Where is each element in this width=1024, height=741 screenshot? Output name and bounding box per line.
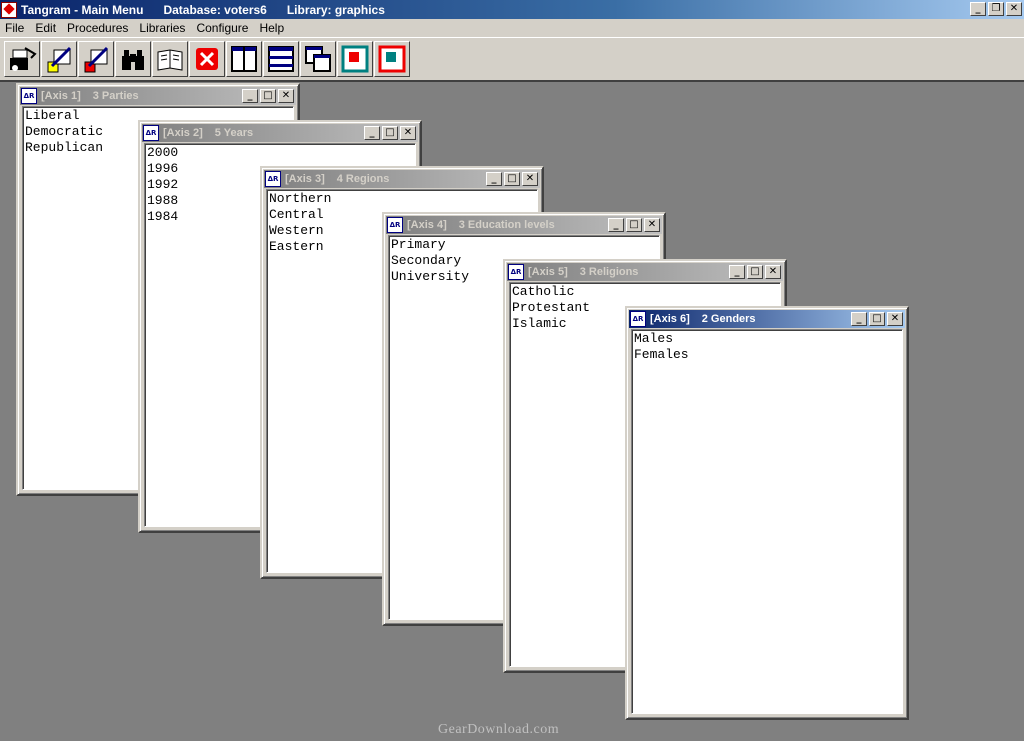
app-title-bar[interactable]: Tangram - Main Menu Database: voters6 Li… xyxy=(0,0,1024,19)
restore-button[interactable]: ❐ xyxy=(988,2,1004,16)
axis-description: 4 Regions xyxy=(336,173,390,185)
axis-description: 5 Years xyxy=(214,127,254,139)
close-button[interactable]: ✕ xyxy=(400,126,416,140)
menu-bar: File Edit Procedures Libraries Configure… xyxy=(0,19,1024,38)
minimize-button[interactable]: _ xyxy=(970,2,986,16)
tile-vertical-button[interactable] xyxy=(226,41,262,77)
layout-cascade-icon xyxy=(305,46,331,72)
app-title: Tangram - Main Menu xyxy=(21,2,144,17)
close-red-icon xyxy=(196,48,218,70)
list-item[interactable]: Catholic xyxy=(512,284,778,300)
axis-description: 3 Religions xyxy=(579,266,639,278)
axis-app-icon: ΔR xyxy=(143,125,159,141)
tile-horizontal-button[interactable] xyxy=(263,41,299,77)
axis-name: [Axis 1] xyxy=(41,90,81,102)
toolbar xyxy=(0,38,1024,82)
minimize-button[interactable]: _ xyxy=(242,89,258,103)
book-icon xyxy=(157,49,183,71)
library-button[interactable] xyxy=(152,41,188,77)
edit-yellow-icon xyxy=(47,46,72,73)
close-button[interactable]: ✕ xyxy=(644,218,660,232)
axis-item-list[interactable]: Males Females xyxy=(631,329,903,714)
menu-libraries[interactable]: Libraries xyxy=(134,21,191,35)
red-mode-button[interactable] xyxy=(337,41,373,77)
menu-configure[interactable]: Configure xyxy=(191,21,254,35)
close-button[interactable]: ✕ xyxy=(522,172,538,186)
edit-red-button[interactable] xyxy=(78,41,114,77)
layout-columns-icon xyxy=(231,46,257,72)
axis-window-title[interactable]: ΔR [Axis 6] 2 Genders _ □ ✕ xyxy=(629,310,905,328)
maximize-button[interactable]: □ xyxy=(382,126,398,140)
list-item[interactable]: 2000 xyxy=(147,145,413,161)
axis-window-6[interactable]: ΔR [Axis 6] 2 Genders _ □ ✕ Males Female… xyxy=(625,306,909,720)
menu-edit[interactable]: Edit xyxy=(30,21,62,35)
minimize-button[interactable]: _ xyxy=(608,218,624,232)
edit-red-icon xyxy=(84,46,109,73)
axis-window-title[interactable]: ΔR [Axis 1] 3 Parties _ □ ✕ xyxy=(20,87,296,105)
axis-app-icon: ΔR xyxy=(21,88,37,104)
maximize-button[interactable]: □ xyxy=(504,172,520,186)
axis-description: 2 Genders xyxy=(701,313,756,325)
close-button[interactable]: ✕ xyxy=(765,265,781,279)
axis-window-title[interactable]: ΔR [Axis 4] 3 Education levels _ □ ✕ xyxy=(386,216,662,234)
close-all-button[interactable] xyxy=(189,41,225,77)
database-label: Database: voters6 xyxy=(163,2,267,17)
red-square-icon xyxy=(341,45,369,73)
find-button[interactable] xyxy=(115,41,151,77)
watermark: GearDownload.com xyxy=(438,722,560,737)
edit-yellow-button[interactable] xyxy=(41,41,77,77)
list-item[interactable]: Males xyxy=(634,331,900,347)
axis-name: [Axis 4] xyxy=(407,219,447,231)
axis-window-title[interactable]: ΔR [Axis 5] 3 Religions _ □ ✕ xyxy=(507,263,783,281)
layout-rows-icon xyxy=(268,46,294,72)
minimize-button[interactable]: _ xyxy=(486,172,502,186)
axis-name: [Axis 5] xyxy=(528,266,568,278)
minimize-button[interactable]: _ xyxy=(851,312,867,326)
binoculars-icon xyxy=(122,50,144,70)
axis-app-icon: ΔR xyxy=(630,311,646,327)
axis-window-title[interactable]: ΔR [Axis 3] 4 Regions _ □ ✕ xyxy=(264,170,540,188)
maximize-button[interactable]: □ xyxy=(260,89,276,103)
minimize-button[interactable]: _ xyxy=(364,126,380,140)
list-item[interactable]: Females xyxy=(634,347,900,363)
maximize-button[interactable]: □ xyxy=(626,218,642,232)
menu-help[interactable]: Help xyxy=(254,21,290,35)
close-button[interactable]: ✕ xyxy=(278,89,294,103)
maximize-button[interactable]: □ xyxy=(747,265,763,279)
menu-procedures[interactable]: Procedures xyxy=(62,21,134,35)
close-button[interactable]: ✕ xyxy=(1006,2,1022,16)
axis-app-icon: ΔR xyxy=(387,217,403,233)
axis-description: 3 Parties xyxy=(92,90,139,102)
list-item[interactable]: Northern xyxy=(269,191,535,207)
axis-name: [Axis 3] xyxy=(285,173,325,185)
maximize-button[interactable]: □ xyxy=(869,312,885,326)
cascade-button[interactable] xyxy=(300,41,336,77)
axis-description: 3 Education levels xyxy=(458,219,555,231)
teal-square-icon xyxy=(378,45,406,73)
app-logo-icon xyxy=(1,1,17,18)
library-label: Library: graphics xyxy=(286,2,385,17)
axis-name: [Axis 6] xyxy=(650,313,690,325)
open-button[interactable] xyxy=(4,41,40,77)
axis-app-icon: ΔR xyxy=(265,171,281,187)
axis-window-title[interactable]: ΔR [Axis 2] 5 Years _ □ ✕ xyxy=(142,124,418,142)
axis-app-icon: ΔR xyxy=(508,264,524,280)
minimize-button[interactable]: _ xyxy=(729,265,745,279)
axis-name: [Axis 2] xyxy=(163,127,203,139)
open-icon xyxy=(10,47,37,71)
teal-mode-button[interactable] xyxy=(374,41,410,77)
menu-file[interactable]: File xyxy=(0,21,30,35)
list-item[interactable]: Primary xyxy=(391,237,657,253)
close-button[interactable]: ✕ xyxy=(887,312,903,326)
